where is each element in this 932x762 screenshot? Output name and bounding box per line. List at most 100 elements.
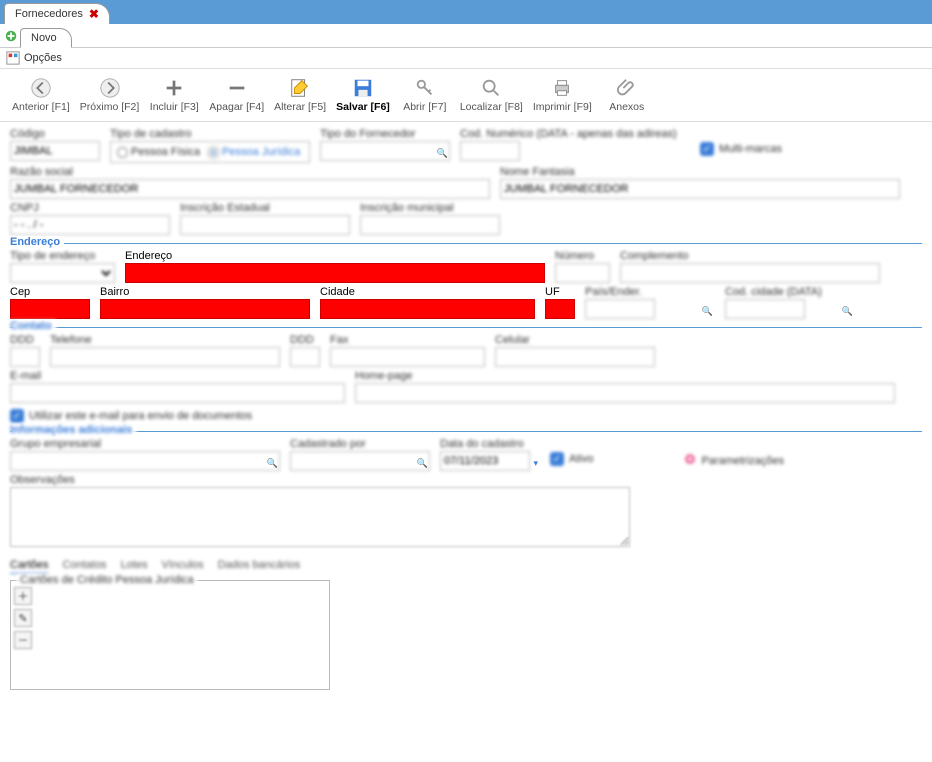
alterar-button[interactable]: Alterar [F5] xyxy=(270,75,330,115)
toolbar: Anterior [F1] Próximo [F2] Incluir [F3] … xyxy=(0,69,932,122)
fieldset-contato: Contato DDD Telefone DDD Fax Celular E-m… xyxy=(10,327,922,423)
close-icon[interactable]: ✖ xyxy=(89,7,99,21)
insc-estadual-input[interactable] xyxy=(180,215,350,235)
email-input[interactable] xyxy=(10,383,345,403)
arrow-left-icon xyxy=(30,77,52,99)
card-remove-button[interactable]: － xyxy=(14,631,32,649)
form-body: Código Tipo de cadastro Pessoa Física Pe… xyxy=(0,122,932,696)
anexos-button[interactable]: Anexos xyxy=(598,75,656,115)
tipo-endereco-select[interactable] xyxy=(10,263,115,283)
tipo-cadastro-label: Tipo de cadastro xyxy=(110,128,310,140)
homepage-input[interactable] xyxy=(355,383,895,403)
radio-pessoa-juridica[interactable]: Pessoa Jurídica xyxy=(208,146,300,158)
fieldset-info: Informações adicionais Grupo empresarial… xyxy=(10,431,922,547)
plus-icon[interactable] xyxy=(4,29,18,43)
tipo-fornecedor-input[interactable] xyxy=(320,141,450,161)
incluir-button[interactable]: Incluir [F3] xyxy=(145,75,203,115)
codigo-label: Código xyxy=(10,128,100,140)
main-tabbar: Fornecedores ✖ xyxy=(0,0,932,24)
cep-input[interactable] xyxy=(10,299,90,319)
usar-email-checkbox[interactable] xyxy=(10,409,24,423)
celular-input[interactable] xyxy=(495,347,655,367)
tab-label: Fornecedores xyxy=(15,8,83,20)
cod-cidade-label: Cod. cidade (DATA) xyxy=(725,286,855,298)
calendar-icon[interactable]: ▾ xyxy=(533,458,538,469)
cod-numerico-label: Cod. Numérico (DATA - apenas das adireas… xyxy=(460,128,690,140)
attachment-icon xyxy=(616,77,638,99)
data-cadastro-input[interactable] xyxy=(440,451,530,471)
insc-estadual-label: Inscrição Estadual xyxy=(180,202,350,214)
uf-input[interactable] xyxy=(545,299,575,319)
fantasia-input[interactable] xyxy=(500,179,900,199)
cep-label: Cep xyxy=(10,286,90,298)
ddd2-input[interactable] xyxy=(290,347,320,367)
razao-input[interactable] xyxy=(10,179,490,199)
lookup-icon[interactable]: 🔍 xyxy=(267,458,278,469)
endereco-label: Endereço xyxy=(125,250,545,262)
fantasia-label: Nome Fantasia xyxy=(500,166,900,178)
contato-legend: Contato xyxy=(10,320,56,332)
cards-legend: Cartões de Crédito Pessoa Jurídica xyxy=(17,574,197,586)
fax-input[interactable] xyxy=(330,347,485,367)
endereco-input[interactable] xyxy=(125,263,545,283)
complemento-input[interactable] xyxy=(620,263,880,283)
sub-tabbar: Novo xyxy=(0,24,932,48)
apagar-button[interactable]: Apagar [F4] xyxy=(205,75,268,115)
bairro-label: Bairro xyxy=(100,286,310,298)
cnpj-input[interactable] xyxy=(10,215,170,235)
cadastrado-input[interactable] xyxy=(290,451,430,471)
edit-icon xyxy=(289,77,311,99)
pais-input[interactable] xyxy=(585,299,655,319)
lookup-icon[interactable]: 🔍 xyxy=(842,306,853,317)
grupo-input[interactable] xyxy=(10,451,280,471)
parametrizacoes-link[interactable]: Parametrizações xyxy=(701,455,784,467)
ativo-checkbox[interactable] xyxy=(550,452,564,466)
tab-lotes[interactable]: Lotes xyxy=(121,559,148,574)
tab-fornecedores[interactable]: Fornecedores ✖ xyxy=(4,3,110,24)
subtab-novo[interactable]: Novo xyxy=(20,28,72,48)
insc-municipal-label: Inscrição municipal xyxy=(360,202,500,214)
options-row: Opções xyxy=(0,48,932,69)
cnpj-label: CNPJ xyxy=(10,202,170,214)
ddd1-input[interactable] xyxy=(10,347,40,367)
print-icon xyxy=(551,77,573,99)
cidade-input[interactable] xyxy=(320,299,535,319)
options-icon xyxy=(6,51,20,65)
abrir-button[interactable]: Abrir [F7] xyxy=(396,75,454,115)
codigo-input[interactable] xyxy=(10,141,100,161)
tipo-cadastro-group: Pessoa Física Pessoa Jurídica xyxy=(110,141,310,163)
tab-cartoes[interactable]: Cartões xyxy=(10,559,49,574)
gear-icon xyxy=(683,452,697,469)
key-icon xyxy=(414,77,436,99)
card-edit-button[interactable]: ✎ xyxy=(14,609,32,627)
cod-cidade-input[interactable] xyxy=(725,299,805,319)
cards-box: Cartões de Crédito Pessoa Jurídica ＋ ✎ － xyxy=(10,580,330,690)
lookup-icon[interactable]: 🔍 xyxy=(702,306,713,317)
lookup-icon[interactable]: 🔍 xyxy=(437,148,448,159)
tipo-endereco-label: Tipo de endereço xyxy=(10,250,115,262)
complemento-label: Complemento xyxy=(620,250,880,262)
tab-vinculos[interactable]: Vínculos xyxy=(161,559,203,574)
options-label[interactable]: Opções xyxy=(24,52,62,64)
insc-municipal-input[interactable] xyxy=(360,215,500,235)
uf-label: UF xyxy=(545,286,575,298)
tab-contatos[interactable]: Contatos xyxy=(63,559,107,574)
radio-pessoa-fisica[interactable]: Pessoa Física xyxy=(117,146,200,158)
search-icon xyxy=(480,77,502,99)
localizar-button[interactable]: Localizar [F8] xyxy=(456,75,527,115)
proximo-button[interactable]: Próximo [F2] xyxy=(76,75,144,115)
multi-marcas-checkbox[interactable] xyxy=(700,142,714,156)
cod-numerico-input[interactable] xyxy=(460,141,520,161)
card-add-button[interactable]: ＋ xyxy=(14,587,32,605)
bairro-input[interactable] xyxy=(100,299,310,319)
lookup-icon[interactable]: 🔍 xyxy=(417,458,428,469)
numero-label: Número xyxy=(555,250,610,262)
observacoes-textarea[interactable] xyxy=(10,487,630,547)
telefone-input[interactable] xyxy=(50,347,280,367)
salvar-button[interactable]: Salvar [F6] xyxy=(332,75,394,115)
tab-dados-bancarios[interactable]: Dados bancários xyxy=(218,559,301,574)
anterior-button[interactable]: Anterior [F1] xyxy=(8,75,74,115)
imprimir-button[interactable]: Imprimir [F9] xyxy=(529,75,596,115)
numero-input[interactable] xyxy=(555,263,610,283)
plus-icon xyxy=(163,77,185,99)
